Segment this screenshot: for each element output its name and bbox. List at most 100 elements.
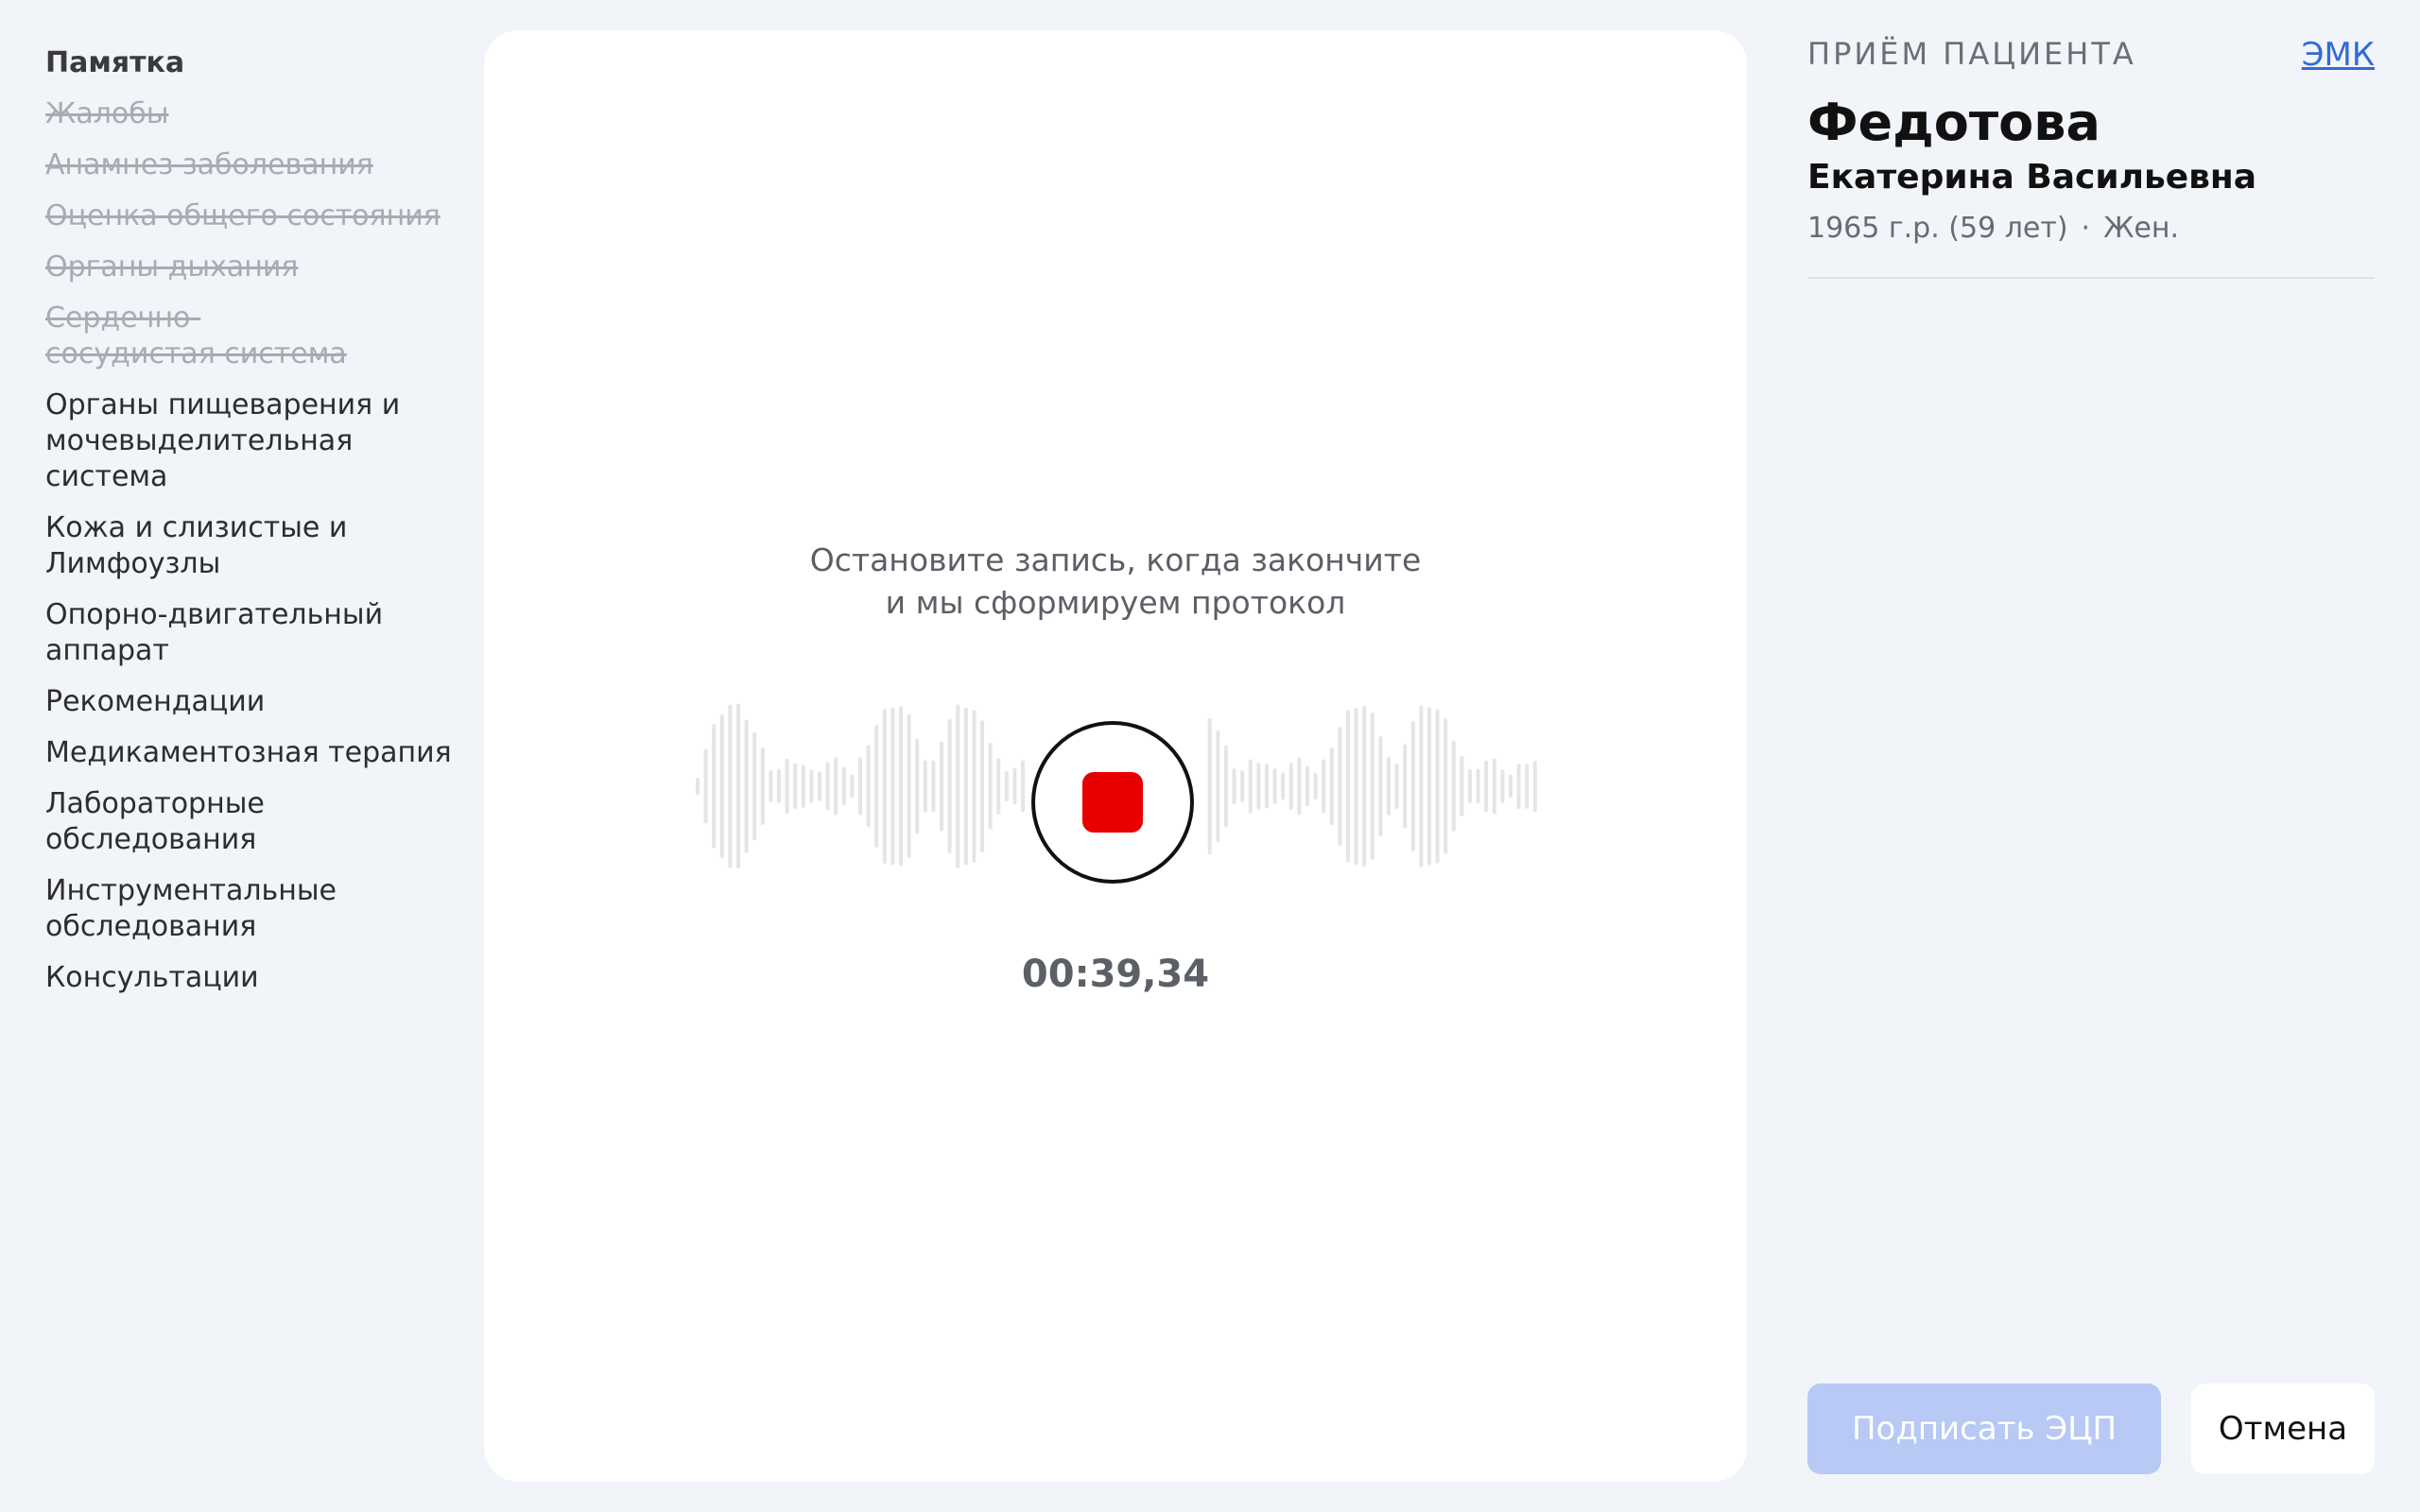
waveform-bar <box>1532 761 1537 812</box>
waveform-bar <box>1322 759 1326 814</box>
recording-timer: 00:39,34 <box>1021 953 1210 996</box>
waveform-bar <box>1265 764 1269 809</box>
waveform-bar <box>1240 770 1245 802</box>
waveform-bar <box>1346 710 1350 863</box>
section-item-respiratory[interactable]: Органы дыхания <box>45 249 424 285</box>
waveform-bar <box>1248 759 1253 814</box>
sign-ecp-button[interactable]: Подписать ЭЦП <box>1807 1383 2161 1474</box>
waveform-bar <box>1021 760 1025 813</box>
waveform-bar <box>1232 768 1236 804</box>
waveform-bar <box>963 707 968 866</box>
waveform-bar <box>696 778 700 795</box>
waveform-bar <box>712 724 717 849</box>
waveform-bar <box>1207 717 1212 855</box>
waveform-bar <box>1288 763 1293 810</box>
section-item-cardiovascular[interactable]: Сердечно-сосудистая система <box>45 301 367 372</box>
waveform-bar <box>841 766 846 806</box>
section-item-digestive[interactable]: Органы пищеварения и мочевыделительная с… <box>45 387 405 495</box>
section-item-lab-tests[interactable]: Лабораторные обследования <box>45 786 329 858</box>
waveform-bar <box>1476 768 1480 804</box>
patient-birth: 1965 г.р. (59 лет) <box>1807 212 2068 245</box>
waveform-bar <box>728 704 733 868</box>
waveform-bar <box>801 765 805 808</box>
waveform-bar <box>793 763 798 810</box>
waveform-bar <box>719 713 724 859</box>
waveform-bar <box>744 719 749 853</box>
divider <box>1807 277 2375 279</box>
emk-link[interactable]: ЭМК <box>2302 36 2375 74</box>
waveform-bar <box>956 704 960 868</box>
section-item-general-state[interactable]: Оценка общего состояния <box>45 198 442 234</box>
waveform-bar <box>1004 770 1009 802</box>
waveform-bar <box>1516 763 1521 810</box>
waveform-bar <box>1394 764 1399 809</box>
waveform-bar <box>1378 736 1383 836</box>
recorder-card: Остановите запись, когда закончите и мы … <box>484 30 1747 1482</box>
section-item-consultations[interactable]: Консультации <box>45 960 357 996</box>
waveform-bar <box>1354 708 1358 865</box>
waveform-bar <box>760 747 765 826</box>
section-item-drug-therapy[interactable]: Медикаментозная терапия <box>45 735 461 771</box>
waveform-bar <box>785 758 789 815</box>
waveform-bar <box>818 771 821 801</box>
waveform-bar <box>947 718 952 854</box>
waveform-bar <box>1216 730 1220 843</box>
waveform-bar <box>874 725 879 848</box>
waveform-bar <box>1484 760 1489 813</box>
waveform-bar <box>1509 774 1512 799</box>
section-item-instrumental-tests[interactable]: Инструментальные обследования <box>45 873 357 945</box>
waveform-bar <box>703 748 708 824</box>
waveform-bar <box>972 710 977 863</box>
waveform-bar <box>825 762 830 811</box>
waveform-bar <box>915 738 920 834</box>
waveform-bar <box>1281 772 1286 800</box>
waveform-bar <box>1305 765 1309 807</box>
section-item-skin-lymph[interactable]: Кожа и слизистые и Лимфоузлы <box>45 510 357 582</box>
waveform-bar <box>1012 767 1017 805</box>
waveform-bar <box>890 707 895 866</box>
waveform-bar <box>1451 740 1456 833</box>
waveform-bar <box>923 760 927 813</box>
meta-separator: · <box>2081 212 2091 245</box>
waveform-bar <box>858 757 862 816</box>
section-item-musculoskeletal[interactable]: Опорно-двигательный аппарат <box>45 597 386 669</box>
waveform-bar <box>988 743 993 830</box>
waveform-bar <box>1525 764 1530 809</box>
waveform-bar <box>769 770 773 802</box>
waveform-bar <box>752 731 757 841</box>
waveform-bar <box>834 757 838 816</box>
waveform-bar <box>777 768 781 804</box>
section-item-memo[interactable]: Памятка <box>45 45 329 81</box>
waveform-bar <box>1403 744 1408 829</box>
waveform-bar <box>1500 769 1505 803</box>
waveform-bar <box>1370 713 1374 860</box>
waveform-bar <box>1329 747 1334 826</box>
waveform-bar <box>980 720 984 852</box>
waveform-bar <box>1313 772 1318 800</box>
waveform-bar <box>809 769 814 803</box>
section-label: ПРИЁМ ПАЦИЕНТА <box>1807 36 2136 72</box>
waveform-bar <box>931 760 936 813</box>
waveform-bar <box>1272 768 1277 804</box>
waveform-bar <box>1256 763 1261 810</box>
waveform-bar <box>1468 769 1472 803</box>
waveform-bar <box>1492 758 1496 815</box>
patient-surname: Федотова <box>1807 93 2100 152</box>
cancel-button[interactable]: Отмена <box>2191 1383 2375 1474</box>
waveform-bar <box>907 713 911 859</box>
waveform-bar <box>1460 756 1464 816</box>
waveform-bar <box>1224 745 1228 828</box>
protocol-sections-nav: Памятка Жалобы Анамнез заболевания Оценк… <box>45 45 452 1011</box>
recording-hint: Остановите запись, когда закончите и мы … <box>484 539 1747 624</box>
waveform-bar <box>1435 709 1440 864</box>
section-item-recommendations[interactable]: Рекомендации <box>45 684 442 720</box>
waveform-bar <box>866 745 871 828</box>
section-item-complaints[interactable]: Жалобы <box>45 96 329 132</box>
section-item-anamnesis[interactable]: Анамнез заболевания <box>45 147 424 183</box>
waveform-bar <box>1297 757 1302 816</box>
patient-meta: 1965 г.р. (59 лет) · Жен. <box>1807 212 2375 245</box>
waveform-bar <box>850 774 855 799</box>
waveform-bar <box>996 758 1001 815</box>
waveform-bar <box>1387 757 1391 816</box>
stop-recording-button[interactable] <box>1031 721 1194 884</box>
